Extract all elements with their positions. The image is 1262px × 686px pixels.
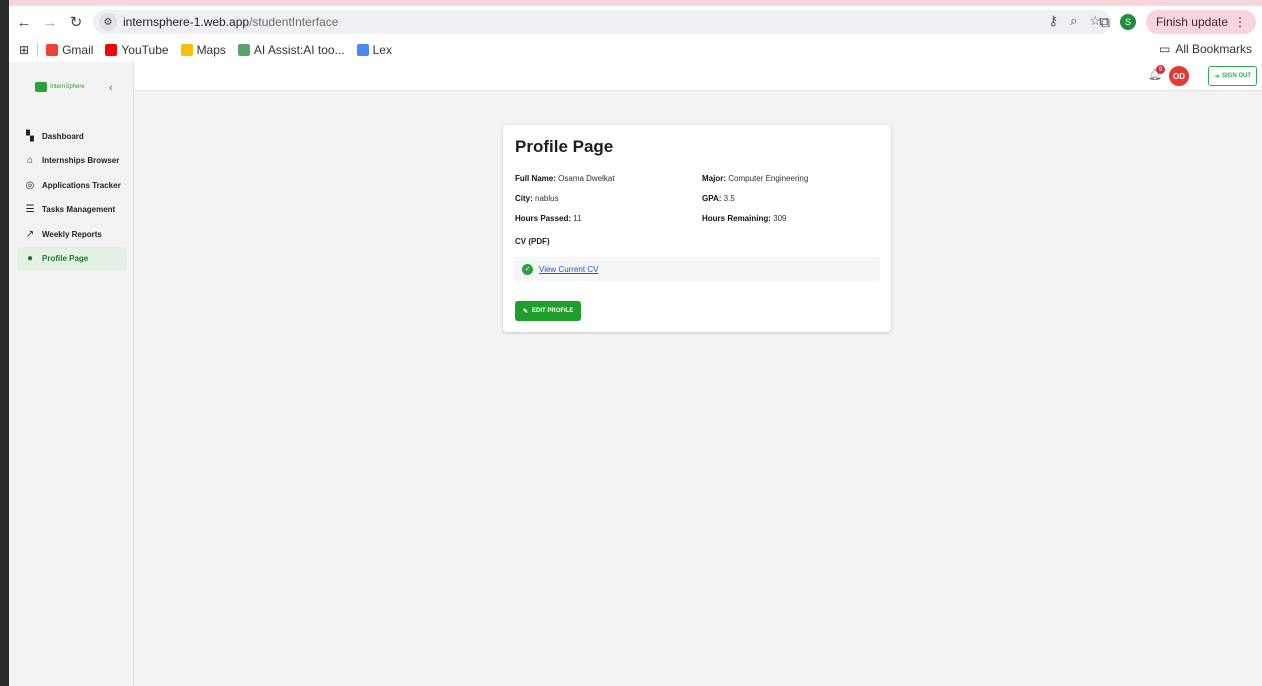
url-path: /studentInterface [249, 15, 339, 29]
bookmark-favicon-icon [237, 44, 250, 56]
hours-remaining-field: Hours Remaining: 309 [702, 214, 787, 223]
user-avatar[interactable]: OD [1169, 66, 1189, 86]
extensions-icon[interactable]: ⧉ [1099, 14, 1110, 31]
sign-out-label: SIGN OUT [1221, 73, 1251, 79]
page-title: Profile Page [515, 137, 614, 156]
briefcase-icon: ⌂ [26, 155, 34, 166]
hours-passed-label: Hours Passed: [515, 214, 572, 223]
bookmark-separator [37, 43, 39, 57]
check-circle-icon: ✓ [522, 263, 533, 275]
sign-out-button[interactable]: ⇥ SIGN OUT [1207, 66, 1257, 86]
bookmark-label: AI Assist:AI too... [253, 43, 345, 57]
gpa-value: 3.5 [723, 194, 735, 203]
window-edge [0, 0, 9, 686]
full-name-label: Full Name: [515, 174, 556, 183]
view-cv-link[interactable]: View Current CV [539, 265, 598, 274]
sidebar-item-weekly-reports[interactable]: ↗ Weekly Reports [17, 222, 127, 246]
all-bookmarks-label: All Bookmarks [1175, 42, 1252, 56]
sidebar-menu: ▚ Dashboard ⌂ Internships Browser ◎ Applicati… [17, 124, 127, 271]
sidebar-item-label: Internships Browser [42, 156, 120, 165]
bookmark-label: Lex [372, 43, 392, 57]
bookmark-item[interactable]: Maps [180, 43, 226, 57]
hours-passed-value: 11 [573, 214, 582, 223]
sidebar-item-profile-page[interactable]: ● Profile Page [17, 246, 127, 271]
folder-icon: ▭ [1158, 42, 1171, 56]
bookmark-label: Gmail [62, 43, 94, 57]
notification-badge: 9 [1156, 65, 1165, 74]
sidebar-item-label: Tasks Management [42, 205, 116, 214]
gpa-field: GPA: 3.5 [702, 194, 735, 203]
app-area: InternSphere ‹ ▚ Dashboard ⌂ Internships Br… [9, 62, 1262, 686]
major-value: Computer Engineering [728, 174, 809, 183]
city-field: City: nablus [515, 194, 559, 203]
sidebar: InternSphere ‹ ▚ Dashboard ⌂ Internships Br… [9, 62, 134, 686]
reload-icon[interactable]: ↻ [65, 11, 87, 33]
brand[interactable]: InternSphere [35, 82, 85, 92]
sidebar-item-label: Profile Page [42, 254, 89, 263]
cv-box: ✓ View Current CV [513, 257, 880, 281]
major-label: Major: [702, 174, 726, 183]
full-name-value: Osama Dwelkat [558, 174, 615, 183]
password-key-icon[interactable]: ⚷ [1049, 13, 1059, 29]
bookmarks-bar: ⊞ Gmail YouTube Maps AI Assist:AI too... Lex… [9, 38, 1262, 62]
tasks-icon: ☰ [25, 204, 35, 215]
sidebar-item-applications-tracker[interactable]: ◎ Applications Tracker [17, 173, 127, 197]
forward-icon[interactable]: → [39, 11, 61, 33]
gpa-label: GPA: [702, 194, 722, 203]
logout-icon: ⇥ [1213, 73, 1219, 80]
url-text[interactable]: internsphere-1.web.app/studentInterface [123, 15, 338, 29]
bookmark-item[interactable]: Lex [356, 43, 392, 57]
profile-card: Profile Page Full Name: Osama Dwelkat Ma… [503, 125, 891, 332]
bookmark-favicon-icon [46, 44, 59, 56]
bookmark-favicon-icon [356, 44, 369, 56]
bookmark-favicon-icon [105, 44, 118, 56]
city-label: City: [515, 194, 533, 203]
url-host: internsphere-1.web.app [123, 15, 250, 29]
back-icon[interactable]: ← [13, 11, 35, 33]
bookmark-item[interactable]: AI Assist:AI too... [237, 43, 345, 57]
bookmark-label: Maps [196, 43, 226, 57]
sidebar-item-dashboard[interactable]: ▚ Dashboard [17, 124, 127, 148]
address-bar[interactable]: ⚙ internsphere-1.web.app/studentInterfac… [93, 10, 1111, 34]
sidebar-item-internships-browser[interactable]: ⌂ Internships Browser [17, 149, 127, 173]
full-name-field: Full Name: Osama Dwelkat [515, 174, 615, 183]
finish-update-label: Finish update [1155, 15, 1228, 29]
edit-profile-button[interactable]: ✎ EDIT PROFILE [515, 301, 582, 321]
more-menu-icon: ⋮ [1234, 15, 1246, 29]
tracker-icon: ◎ [25, 179, 35, 191]
account-icon: ● [26, 253, 34, 264]
site-info-icon[interactable]: ⚙ [99, 13, 117, 31]
zoom-icon[interactable]: ⌕ [1070, 13, 1077, 29]
cv-section-title: CV (PDF) [515, 237, 550, 246]
sidebar-item-label: Dashboard [42, 131, 84, 141]
browser-toolbar: ← → ↻ ⚙ internsphere-1.web.app/studentIn… [9, 6, 1262, 38]
apps-grid-icon[interactable]: ⊞ [19, 43, 29, 57]
pencil-icon: ✎ [523, 308, 529, 315]
hours-passed-field: Hours Passed: 11 [515, 214, 582, 223]
notifications-bell-icon[interactable]: 🔔︎ 9 [1148, 65, 1165, 82]
sidebar-item-label: Applications Tracker [42, 180, 121, 190]
major-field: Major: Computer Engineering [702, 174, 808, 183]
sidebar-item-label: Weekly Reports [42, 229, 102, 239]
app-header: 🔔︎ 9 OD ⇥ SIGN OUT [134, 62, 1262, 91]
hours-remaining-value: 309 [773, 214, 787, 223]
bookmark-label: YouTube [121, 43, 169, 57]
profile-avatar[interactable]: S [1119, 14, 1136, 30]
dashboard-icon: ▚ [26, 130, 34, 142]
sidebar-item-tasks-management[interactable]: ☰ Tasks Management [17, 198, 127, 222]
brand-logo-icon [35, 82, 47, 92]
edit-profile-label: EDIT PROFILE [532, 308, 574, 314]
finish-update-button[interactable]: Finish update ⋮ [1145, 10, 1256, 34]
collapse-sidebar-icon[interactable]: ‹ [109, 82, 113, 94]
city-value: nablus [535, 194, 559, 203]
bookmark-item[interactable]: YouTube [105, 43, 169, 57]
bookmark-item[interactable]: Gmail [46, 43, 93, 57]
hours-remaining-label: Hours Remaining: [702, 214, 771, 223]
trend-icon: ↗ [25, 228, 35, 240]
all-bookmarks-button[interactable]: ▭ All Bookmarks [1159, 42, 1252, 56]
bookmark-favicon-icon [180, 44, 193, 56]
brand-name: InternSphere [50, 84, 85, 90]
